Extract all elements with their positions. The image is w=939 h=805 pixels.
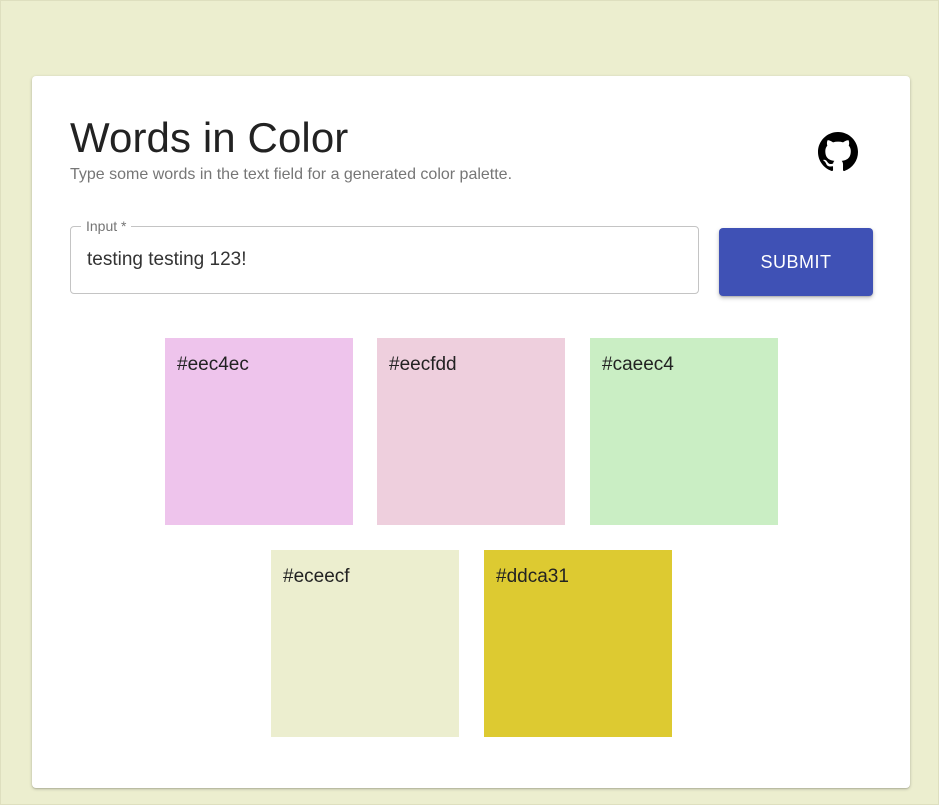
color-swatch: #ddca31 [484, 550, 672, 737]
swatch-hex-label: #eecfdd [389, 354, 457, 375]
swatch-hex-label: #ddca31 [496, 566, 569, 587]
input-outline: Input * [70, 218, 699, 294]
swatch-hex-label: #eec4ec [177, 354, 249, 375]
page-title: Words in Color [70, 114, 349, 161]
color-swatch: #eceecf [271, 550, 459, 737]
github-icon[interactable] [818, 132, 858, 172]
swatch-hex-label: #eceecf [283, 566, 350, 587]
github-icon-graphic [818, 132, 858, 172]
page-subtitle: Type some words in the text field for a … [70, 166, 513, 183]
swatch-hex-label: #caeec4 [602, 354, 674, 375]
submit-button[interactable]: SUBMIT [719, 228, 873, 296]
color-swatch: #caeec4 [590, 338, 778, 525]
color-swatch: #eec4ec [165, 338, 353, 525]
main-card: Words in Color Type some words in the te… [32, 76, 910, 788]
text-input[interactable] [87, 227, 677, 293]
color-swatch: #eecfdd [377, 338, 565, 525]
